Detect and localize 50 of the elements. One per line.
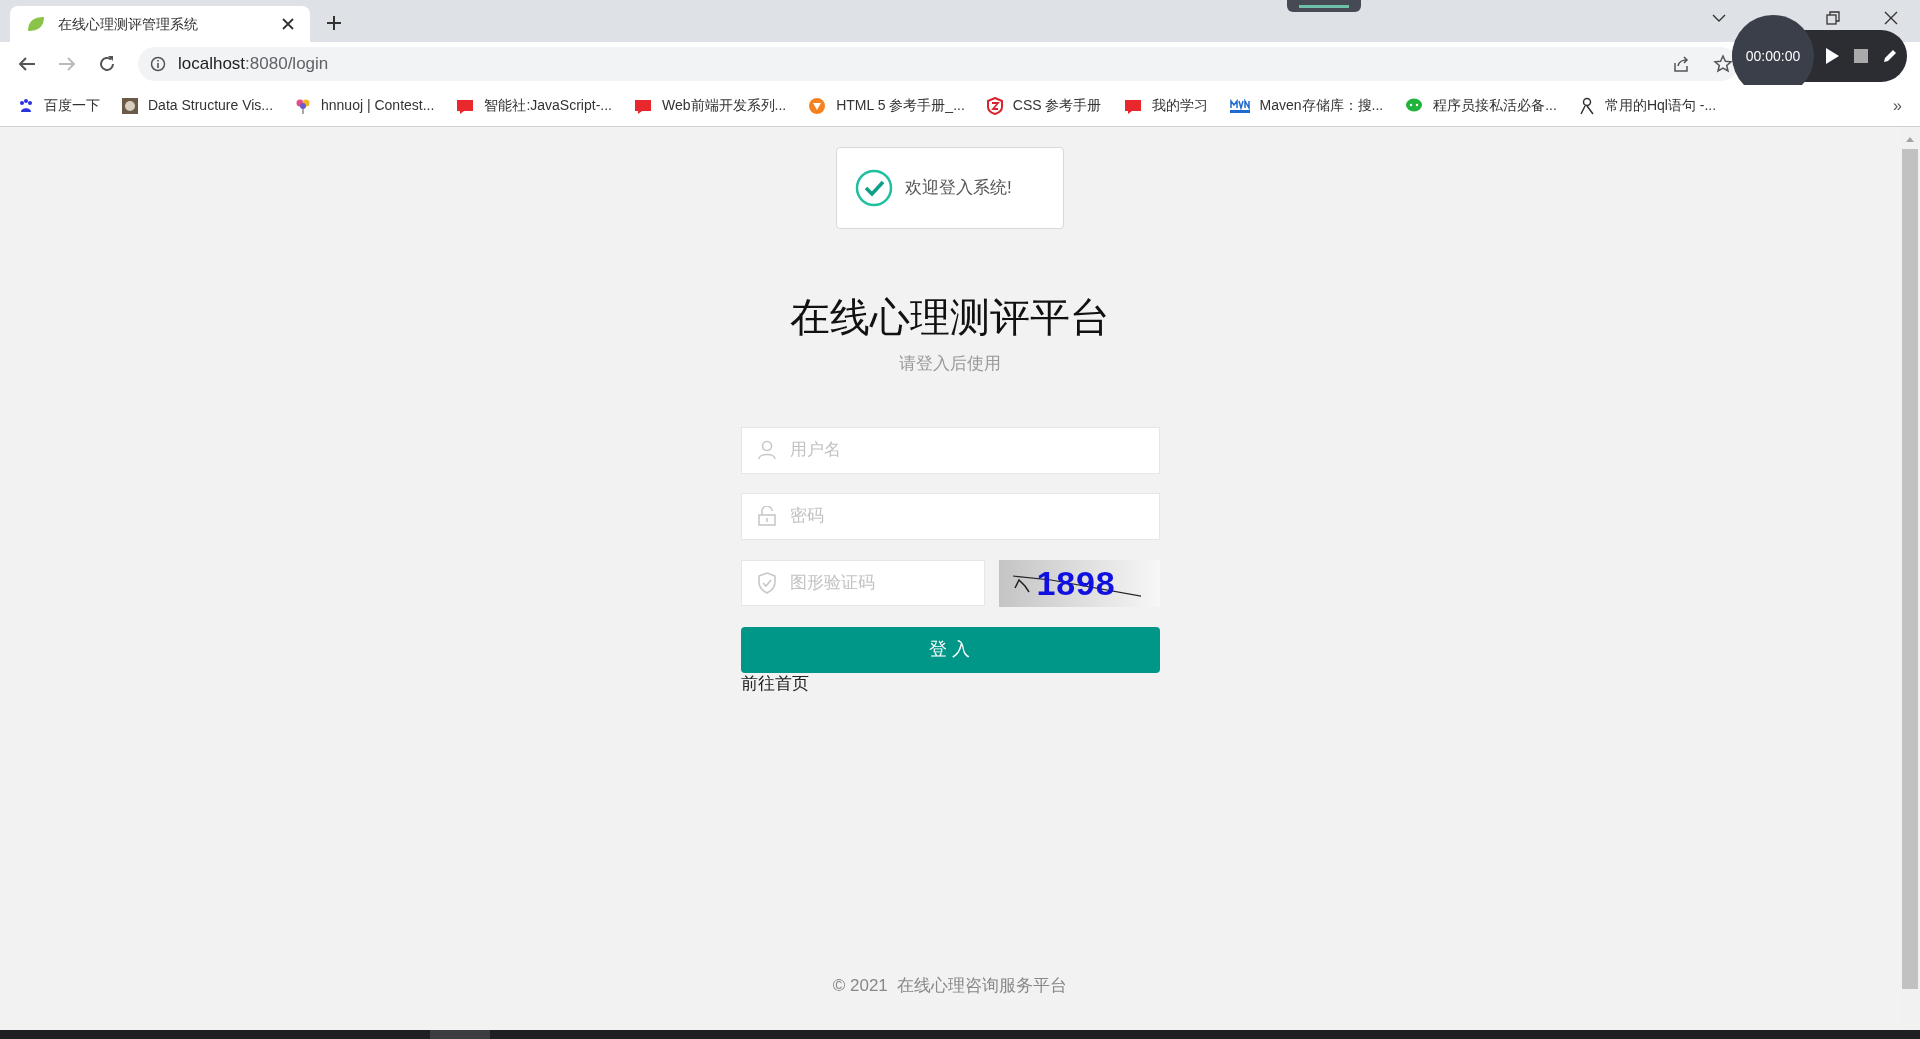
bookmark[interactable]: Web前端开发系列... [634,95,787,116]
shield-icon [756,571,777,594]
back-icon[interactable] [18,55,36,72]
address-bar[interactable]: localhost:8080/login [138,46,1738,81]
input-field[interactable]: 密码 [740,492,1160,540]
leaf-icon [26,15,46,33]
user-icon [757,439,776,460]
new-tab-icon[interactable] [326,15,342,31]
bookmark[interactable]: 智能社:JavaScript-... [456,95,612,116]
figure-icon [1578,96,1595,115]
info-icon [150,55,166,72]
pencil-icon[interactable] [1882,48,1898,64]
bookmark[interactable]: 我的学习 [1123,95,1208,116]
bookmark[interactable]: HTML 5 参考手册_... [808,95,965,116]
home-link[interactable]: 前往首页 [740,673,809,693]
reload-icon[interactable] [98,54,116,73]
shield-icon [986,96,1003,115]
tab-title: 在线心理测评管理系统 [58,14,199,34]
balloon-icon [295,97,311,114]
lock-icon [757,505,776,526]
star-icon[interactable] [1713,54,1733,74]
chevron-down-icon[interactable] [1712,13,1726,23]
toast-message: 欢迎登入系统! [905,177,1012,200]
check-circle-icon [855,169,893,207]
bookmark[interactable]: CSS 参考手册 [986,95,1102,116]
share-icon[interactable] [1672,55,1690,73]
restore-icon[interactable] [1826,11,1840,25]
url-text: localhost:8080/login [178,52,329,75]
captcha-field[interactable]: 图形验证码 [740,559,985,606]
bookmark[interactable]: Maven存储库：搜... [1229,95,1384,116]
bookmark[interactable]: 常用的Hql语句 -... [1578,95,1717,116]
page-title: 在线心理测评平台 [790,294,1110,341]
recorder-time: 00:00:00 [1745,46,1801,66]
bookmark[interactable]: 百度一下 [18,95,100,116]
chat-icon [1405,97,1424,114]
paw-icon [18,97,34,114]
bookmark[interactable]: 程序员接私活必备... [1405,95,1557,116]
more-bookmarks-button[interactable]: » [1893,93,1902,118]
browser-tab[interactable]: 在线心理测评管理系统 [10,6,310,42]
mvn-icon [1229,98,1250,113]
photo-icon [122,97,138,114]
bookmark[interactable]: hnnuoj | Contest... [295,95,435,116]
input-field[interactable]: 用户名 [740,426,1160,474]
close-icon[interactable] [282,18,294,30]
close-icon[interactable] [1884,11,1898,25]
login-button[interactable]: 登 入 [740,626,1160,673]
play-icon[interactable] [1824,47,1840,65]
footer-text: © 2021 在线心理咨询服务平台 [832,974,1068,997]
subtitle: 请登入后使用 [899,353,1001,375]
bookmark[interactable]: Data Structure Vis... [122,95,273,116]
